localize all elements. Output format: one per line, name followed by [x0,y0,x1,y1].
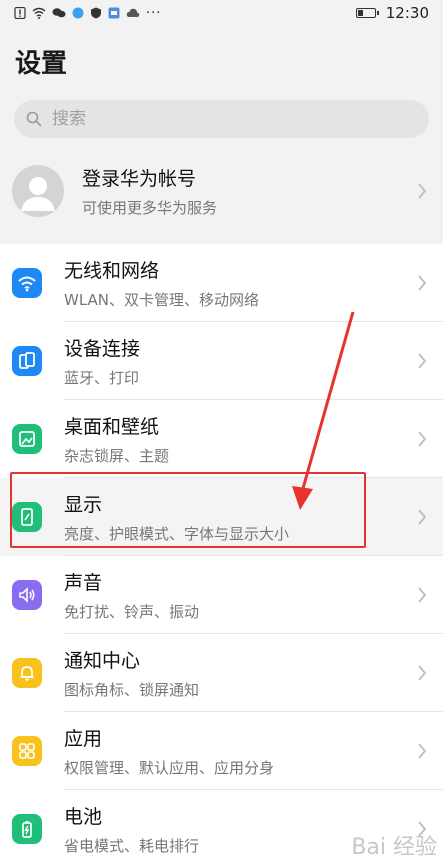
settings-item-subtitle: 权限管理、默认应用、应用分身 [64,759,275,777]
chevron-right-icon [418,431,427,447]
settings-item-subtitle: 省电模式、耗电排行 [64,837,200,855]
status-right: 12:30 [355,4,429,22]
bell-icon [12,658,42,688]
settings-item-sound[interactable]: 声音 免打扰、铃声、振动 [0,556,443,634]
settings-item-title: 设备连接 [64,338,141,360]
settings-item-apps[interactable]: 应用 权限管理、默认应用、应用分身 [0,712,443,790]
clock: 12:30 [385,4,429,22]
page-title: 设置 [15,49,68,79]
chevron-right-icon [418,665,427,681]
search-bar[interactable] [14,100,429,138]
settings-item-title: 应用 [64,728,103,750]
account-title: 登录华为帐号 [82,168,197,190]
status-icons: ··· [14,6,161,21]
search-icon [26,111,42,127]
chevron-right-icon [418,509,427,525]
alert-icon [14,7,26,19]
settings-list: 无线和网络 WLAN、双卡管理、移动网络 设备连接 蓝牙、打印 桌面和壁纸 杂志… [0,244,443,868]
chevron-right-icon [418,587,427,603]
device-connect-icon [12,346,42,376]
settings-item-wireless-network[interactable]: 无线和网络 WLAN、双卡管理、移动网络 [0,244,443,322]
avatar [12,165,64,217]
store-icon [108,7,120,19]
wallpaper-icon [12,424,42,454]
settings-item-subtitle: 蓝牙、打印 [64,369,140,387]
shield-icon [91,7,101,19]
settings-item-subtitle: 图标角标、锁屏通知 [64,681,200,699]
apps-grid-icon [12,736,42,766]
settings-item-title: 无线和网络 [64,260,160,282]
wechat-icon [52,8,66,18]
highlight-annotation-box [10,472,366,548]
settings-item-subtitle: 杂志锁屏、主题 [64,447,170,465]
watermark: Bai 经验 [351,835,437,860]
settings-item-device-connection[interactable]: 设备连接 蓝牙、打印 [0,322,443,400]
settings-item-subtitle: 免打扰、铃声、振动 [64,603,200,621]
settings-item-title: 声音 [64,572,103,594]
settings-item-title: 电池 [64,806,103,828]
settings-item-notification-center[interactable]: 通知中心 图标角标、锁屏通知 [0,634,443,712]
account-login-row[interactable]: 登录华为帐号 可使用更多华为服务 [0,150,443,232]
cloud-icon [126,8,140,17]
settings-item-subtitle: WLAN、双卡管理、移动网络 [64,291,260,309]
user-placeholder-icon [12,165,64,217]
chevron-right-icon [418,743,427,759]
more-status-dots: ··· [146,5,162,21]
settings-item-title: 通知中心 [64,650,141,672]
sound-icon [12,580,42,610]
wifi-icon [12,268,42,298]
search-input[interactable] [50,108,354,130]
chevron-right-icon [418,275,427,291]
app-notification-icon [72,7,84,19]
settings-item-desktop-wallpaper[interactable]: 桌面和壁纸 杂志锁屏、主题 [0,400,443,478]
chevron-right-icon [418,353,427,369]
settings-item-title: 桌面和壁纸 [64,416,160,438]
battery-icon [12,814,42,844]
wifi-status-icon [32,7,46,19]
chevron-right-icon [418,183,427,199]
account-subtitle: 可使用更多华为服务 [82,199,218,217]
battery-status-icon [355,8,379,18]
status-bar: ··· 12:30 [0,0,443,26]
